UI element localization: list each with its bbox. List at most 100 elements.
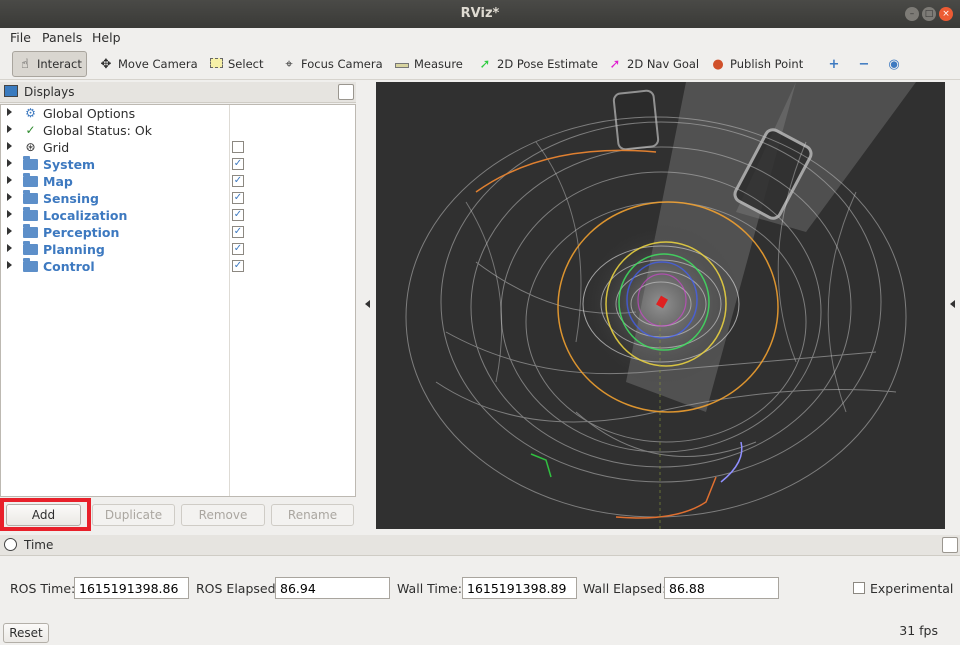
select-box-icon: [208, 57, 224, 72]
menu-help[interactable]: Help: [92, 30, 121, 45]
expand-arrow-icon[interactable]: [7, 193, 12, 201]
maximize-icon[interactable]: □: [922, 7, 936, 21]
undock-button[interactable]: [338, 84, 354, 100]
tree-item-label: System: [43, 157, 96, 172]
ros-elapsed-label: ROS Elapsed:: [196, 581, 280, 596]
folder-icon: [23, 241, 38, 255]
gear-icon: ⚙: [25, 106, 36, 120]
nav-goal-tool-button[interactable]: ➚ 2D Nav Goal: [603, 51, 703, 77]
tree-item-system[interactable]: System ✓: [1, 156, 355, 173]
move-camera-tool-button[interactable]: ✥ Move Camera: [94, 51, 202, 77]
minimize-icon[interactable]: –: [905, 7, 919, 21]
tree-item-planning[interactable]: Planning ✓: [1, 241, 355, 258]
tree-item-label: Grid: [43, 140, 70, 155]
tool-label: Select: [228, 57, 264, 71]
tree-item-localization[interactable]: Localization ✓: [1, 207, 355, 224]
add-button[interactable]: Add: [6, 504, 81, 526]
menu-panels[interactable]: Panels: [42, 30, 82, 45]
point-cloud-render: [405, 82, 916, 529]
remove-tool-button[interactable]: −: [852, 51, 876, 77]
tree-item-label: Global Options: [43, 106, 136, 121]
check-icon: ✓: [25, 123, 36, 137]
expand-arrow-icon[interactable]: [7, 176, 12, 184]
ros-elapsed-field[interactable]: [275, 577, 390, 599]
tree-item-label: Localization: [43, 208, 128, 223]
displays-tree[interactable]: ⚙ Global Options ✓ Global Status: Ok ⊛ G…: [0, 104, 356, 497]
tree-item-label: Map: [43, 174, 73, 189]
tree-item-map[interactable]: Map ✓: [1, 173, 355, 190]
expand-arrow-icon[interactable]: [7, 210, 12, 218]
minus-icon: −: [858, 56, 870, 72]
publish-point-tool-button[interactable]: ● Publish Point: [706, 51, 807, 77]
planning-checkbox[interactable]: ✓: [232, 243, 244, 255]
grid-icon: ⊛: [25, 140, 36, 154]
expand-arrow-icon[interactable]: [7, 261, 12, 269]
tree-item-control[interactable]: Control ✓: [1, 258, 355, 275]
collapse-left-icon[interactable]: [365, 300, 370, 308]
tree-item-grid[interactable]: ⊛ Grid: [1, 139, 355, 156]
tree-item-label: Planning: [43, 242, 105, 257]
wall-time-field[interactable]: [462, 577, 577, 599]
folder-icon: [23, 173, 38, 187]
time-panel: Time ROS Time: ROS Elapsed: Wall Time: W…: [0, 535, 960, 645]
tree-item-perception[interactable]: Perception ✓: [1, 224, 355, 241]
displays-panel-header: Displays: [0, 82, 356, 103]
view-tool-button[interactable]: ◉: [882, 51, 906, 77]
tool-label: Move Camera: [118, 57, 198, 71]
eye-icon: ◉: [888, 56, 900, 72]
experimental-checkbox[interactable]: [853, 582, 865, 594]
sensing-checkbox[interactable]: ✓: [232, 192, 244, 204]
folder-icon: [23, 190, 38, 204]
tool-label: Interact: [37, 57, 82, 71]
hand-pointer-icon: ☝: [21, 56, 29, 72]
wall-elapsed-field[interactable]: [664, 577, 779, 599]
time-undock-button[interactable]: [942, 537, 958, 553]
tool-label: Measure: [414, 57, 463, 71]
tree-item-label: Global Status: Ok: [43, 123, 152, 138]
system-checkbox[interactable]: ✓: [232, 158, 244, 170]
interact-tool-button[interactable]: ☝ Interact: [12, 51, 87, 77]
tree-item-global-status[interactable]: ✓ Global Status: Ok: [1, 122, 355, 139]
3d-viewport[interactable]: [376, 82, 945, 529]
add-tool-button[interactable]: +: [822, 51, 846, 77]
displays-panel: Displays ⚙ Global Options ✓ Global Statu…: [0, 82, 356, 497]
window-titlebar: RViz* – □ ×: [0, 0, 960, 28]
fps-readout: 31 fps: [899, 623, 938, 638]
menubar: File Panels Help: [0, 28, 960, 48]
crosshair-icon: ⌖: [285, 56, 293, 72]
measure-tool-button[interactable]: Measure: [390, 51, 467, 77]
control-checkbox[interactable]: ✓: [232, 260, 244, 272]
remove-button[interactable]: Remove: [181, 504, 265, 526]
select-tool-button[interactable]: Select: [204, 51, 267, 77]
collapse-right-icon[interactable]: [950, 300, 955, 308]
pose-estimate-tool-button[interactable]: ➚ 2D Pose Estimate: [473, 51, 602, 77]
expand-arrow-icon[interactable]: [7, 108, 12, 116]
perception-checkbox[interactable]: ✓: [232, 226, 244, 238]
map-checkbox[interactable]: ✓: [232, 175, 244, 187]
menu-file[interactable]: File: [10, 30, 31, 45]
localization-checkbox[interactable]: ✓: [232, 209, 244, 221]
grid-checkbox[interactable]: [232, 141, 244, 153]
clock-icon: [4, 538, 17, 551]
tree-item-global-options[interactable]: ⚙ Global Options: [1, 105, 355, 122]
ros-time-label: ROS Time:: [10, 581, 76, 596]
tree-item-sensing[interactable]: Sensing ✓: [1, 190, 355, 207]
tree-item-label: Perception: [43, 225, 120, 240]
time-panel-header: Time: [0, 535, 960, 556]
expand-arrow-icon[interactable]: [7, 159, 12, 167]
rename-button[interactable]: Rename: [271, 504, 354, 526]
close-icon[interactable]: ×: [939, 7, 953, 21]
focus-camera-tool-button[interactable]: ⌖ Focus Camera: [277, 51, 387, 77]
move-arrows-icon: ✥: [100, 56, 112, 72]
duplicate-button[interactable]: Duplicate: [92, 504, 175, 526]
expand-arrow-icon[interactable]: [7, 227, 12, 235]
expand-arrow-icon[interactable]: [7, 125, 12, 133]
tool-label: Publish Point: [730, 57, 804, 71]
time-title: Time: [24, 538, 54, 552]
expand-arrow-icon[interactable]: [7, 244, 12, 252]
wall-time-label: Wall Time:: [397, 581, 462, 596]
expand-arrow-icon[interactable]: [7, 142, 12, 150]
ros-time-field[interactable]: [74, 577, 189, 599]
reset-button[interactable]: Reset: [3, 623, 49, 643]
folder-icon: [23, 258, 38, 272]
